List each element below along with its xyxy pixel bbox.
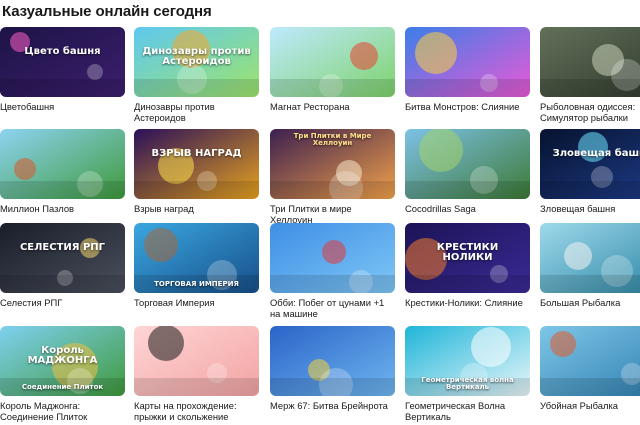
thumbnail-art-bottom-text: Соединение Плиток bbox=[21, 383, 104, 391]
game-thumbnail[interactable]: СЕЛЕСТИЯ РПГ bbox=[0, 223, 125, 293]
game-thumbnail[interactable]: Король МАДЖОНГА Соединение Плиток bbox=[0, 326, 125, 396]
game-card[interactable]: ВЗРЫВ НАГРАД Взрыв наград bbox=[134, 129, 259, 214]
game-thumbnail[interactable] bbox=[270, 326, 395, 396]
game-title[interactable]: Три Плитки в мире Хеллоуин bbox=[270, 203, 395, 225]
game-thumbnail[interactable] bbox=[270, 27, 395, 97]
game-card[interactable]: Карты на прохождение: прыжки и скольжени… bbox=[134, 326, 259, 422]
game-card[interactable]: Магнат Ресторана bbox=[270, 27, 395, 112]
thumbnail-art-text: КРЕСТИКИ НОЛИКИ bbox=[436, 242, 499, 263]
game-thumbnail[interactable] bbox=[405, 27, 530, 97]
thumbnail-art-text: Зловещая башня bbox=[552, 148, 640, 159]
game-thumbnail[interactable]: Цвето башня bbox=[0, 27, 125, 97]
game-title[interactable]: Битва Монстров: Слияние bbox=[405, 101, 530, 112]
thumbnail-art-text: ВЗРЫВ НАГРАД bbox=[151, 148, 242, 159]
thumbnail-art-text: Динозавры против Астероидов bbox=[142, 46, 251, 67]
game-thumbnail[interactable] bbox=[405, 129, 530, 199]
game-title[interactable]: Король Маджонга: Соединение Плиток bbox=[0, 400, 125, 422]
thumbnail-art-text: СЕЛЕСТИЯ РПГ bbox=[19, 242, 106, 253]
game-title[interactable]: Цветобашня bbox=[0, 101, 125, 112]
game-card[interactable]: Динозавры против Астероидов Динозавры про… bbox=[134, 27, 259, 123]
game-thumbnail[interactable]: Динозавры против Астероидов bbox=[134, 27, 259, 97]
game-thumbnail[interactable]: КРЕСТИКИ НОЛИКИ bbox=[405, 223, 530, 293]
game-title[interactable]: Геометрическая Волна Вертикаль bbox=[405, 400, 530, 422]
game-thumbnail[interactable] bbox=[270, 223, 395, 293]
thumbnail-art-top-text: Три Плитки в Мире Хеллоуин bbox=[293, 132, 372, 147]
thumbnail-art-bottom-text: ТОРГОВАЯ ИМПЕРИЯ bbox=[154, 280, 239, 288]
game-card[interactable]: Три Плитки в Мире Хеллоуин Три Плитки в м… bbox=[270, 129, 395, 225]
game-card[interactable]: Мерж 67: Битва Брейнрота bbox=[270, 326, 395, 411]
game-thumbnail[interactable]: ТОРГОВАЯ ИМПЕРИЯ bbox=[134, 223, 259, 293]
game-card[interactable]: Большая Рыбалка bbox=[540, 223, 640, 308]
game-card[interactable]: КРЕСТИКИ НОЛИКИ Крестики-Нолики: Слияние bbox=[405, 223, 530, 308]
game-title[interactable]: Мерж 67: Битва Брейнрота bbox=[270, 400, 395, 411]
game-title[interactable]: Миллион Пазлов bbox=[0, 203, 125, 214]
game-thumbnail[interactable]: Три Плитки в Мире Хеллоуин bbox=[270, 129, 395, 199]
thumbnail-art-text: Король МАДЖОНГА bbox=[27, 345, 98, 366]
game-title[interactable]: Динозавры против Астероидов bbox=[134, 101, 259, 123]
game-card[interactable]: Зловещая башня Зловещая башня bbox=[540, 129, 640, 214]
game-thumbnail[interactable] bbox=[540, 326, 640, 396]
game-card[interactable]: Обби: Побег от цунами +1 на машине bbox=[270, 223, 395, 319]
thumbnail-art-bottom-text: Геометрическая волна Вертикаль bbox=[421, 376, 514, 391]
game-title[interactable]: Рыболовная одиссея: Симулятор рыбалки bbox=[540, 101, 640, 123]
game-title[interactable]: Зловещая башня bbox=[540, 203, 640, 214]
games-grid: Цвето башня Цветобашня Динозавры против Ас… bbox=[0, 0, 640, 425]
game-title[interactable]: Обби: Побег от цунами +1 на машине bbox=[270, 297, 395, 319]
game-title[interactable]: Крестики-Нолики: Слияние bbox=[405, 297, 530, 308]
game-card[interactable]: Битва Монстров: Слияние bbox=[405, 27, 530, 112]
game-title[interactable]: Торговая Империя bbox=[134, 297, 259, 308]
game-card[interactable]: Убойная Рыбалка bbox=[540, 326, 640, 411]
game-card[interactable]: Король МАДЖОНГА Соединение Плиток Король М… bbox=[0, 326, 125, 422]
game-card[interactable]: Геометрическая волна Вертикаль Геометриче… bbox=[405, 326, 530, 422]
game-thumbnail[interactable]: Геометрическая волна Вертикаль bbox=[405, 326, 530, 396]
game-thumbnail[interactable] bbox=[134, 326, 259, 396]
game-thumbnail[interactable]: Зловещая башня bbox=[540, 129, 640, 199]
game-title[interactable]: Взрыв наград bbox=[134, 203, 259, 214]
game-card[interactable]: ТОРГОВАЯ ИМПЕРИЯ Торговая Империя bbox=[134, 223, 259, 308]
game-title[interactable]: Селестия РПГ bbox=[0, 297, 125, 308]
game-thumbnail[interactable] bbox=[0, 129, 125, 199]
game-title[interactable]: Магнат Ресторана bbox=[270, 101, 395, 112]
game-title[interactable]: Карты на прохождение: прыжки и скольжени… bbox=[134, 400, 259, 422]
thumbnail-art-text: Цвето башня bbox=[24, 46, 101, 57]
game-card[interactable]: Cocodrillas Saga bbox=[405, 129, 530, 214]
game-thumbnail[interactable] bbox=[540, 27, 640, 97]
game-card[interactable]: Цвето башня Цветобашня bbox=[0, 27, 125, 112]
game-thumbnail[interactable]: ВЗРЫВ НАГРАД bbox=[134, 129, 259, 199]
game-thumbnail[interactable] bbox=[540, 223, 640, 293]
game-title[interactable]: Cocodrillas Saga bbox=[405, 203, 530, 214]
game-title[interactable]: Убойная Рыбалка bbox=[540, 400, 640, 411]
game-card[interactable]: Рыболовная одиссея: Симулятор рыбалки bbox=[540, 27, 640, 123]
game-card[interactable]: Миллион Пазлов bbox=[0, 129, 125, 214]
game-card[interactable]: СЕЛЕСТИЯ РПГ Селестия РПГ bbox=[0, 223, 125, 308]
game-title[interactable]: Большая Рыбалка bbox=[540, 297, 640, 308]
